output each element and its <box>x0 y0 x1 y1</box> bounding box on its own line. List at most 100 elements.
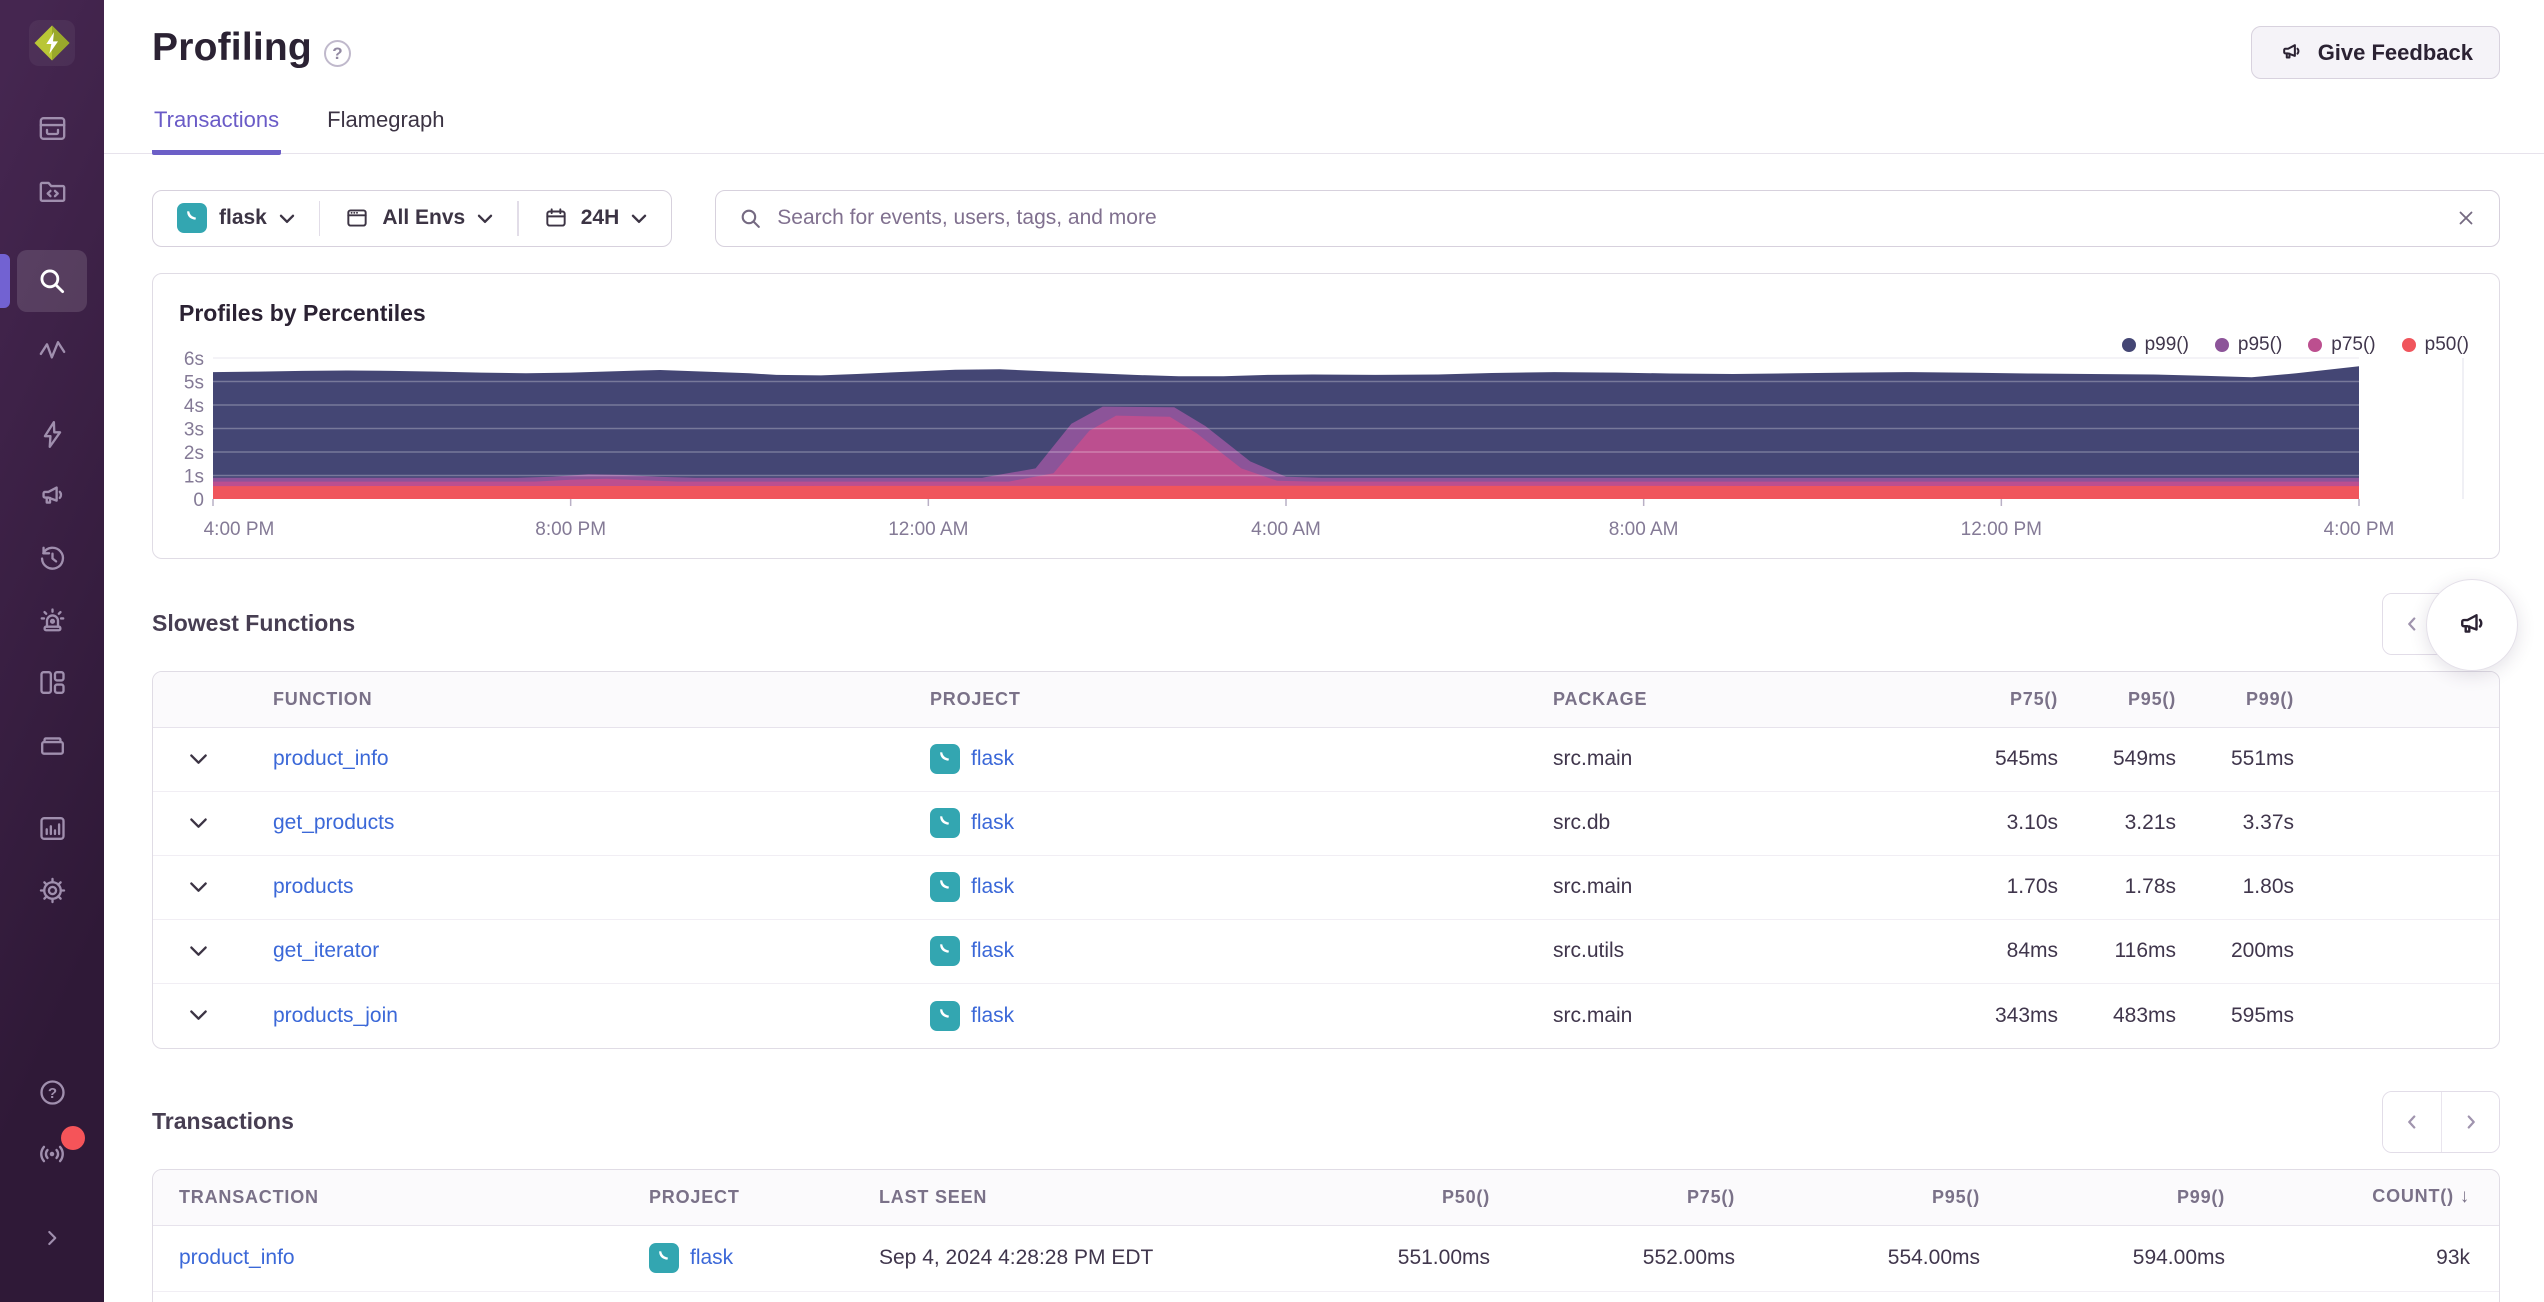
sidebar-item-traces[interactable] <box>21 326 83 374</box>
megaphone-icon <box>2461 613 2483 633</box>
clear-search-icon[interactable] <box>2455 207 2477 229</box>
table-row: get_products flask src.db 3.10s 3.21s 3.… <box>153 792 2499 856</box>
function-link[interactable]: product_info <box>243 747 903 771</box>
flask-project-icon <box>177 203 207 233</box>
sidebar-item-releases[interactable] <box>21 534 83 582</box>
chevron-down-icon <box>189 817 207 828</box>
transaction-link[interactable]: product_info <box>179 1246 649 1270</box>
expand-row-button[interactable] <box>153 881 243 894</box>
floating-feedback-button[interactable] <box>2426 578 2518 671</box>
previous-page-button[interactable] <box>2383 1091 2441 1152</box>
col-p95: P95() <box>1931 1186 1980 1207</box>
col-project: PROJECT <box>649 1186 740 1207</box>
p75-cell: 84ms <box>2006 939 2058 962</box>
p99-cell: 595ms <box>2230 1003 2294 1027</box>
project-link[interactable]: flask <box>971 939 1014 963</box>
project-link[interactable]: flask <box>690 1246 733 1270</box>
p99-cell: 3.37s <box>2242 811 2294 834</box>
active-indicator <box>0 254 10 308</box>
p75-cell: 343ms <box>1994 1003 2058 1027</box>
project-link[interactable]: flask <box>971 747 1014 771</box>
next-page-button[interactable] <box>2441 1091 2499 1152</box>
function-link[interactable]: get_products <box>243 811 903 835</box>
project-link[interactable]: flask <box>971 1004 1014 1028</box>
sidebar-item-whats-new[interactable] <box>21 1126 85 1178</box>
stats-icon <box>39 816 65 840</box>
svg-text:8:00 AM: 8:00 AM <box>1609 519 1679 540</box>
sidebar-item-issues[interactable] <box>21 104 83 152</box>
sidebar-item-projects[interactable] <box>21 166 83 214</box>
table-row: products_join flask src.main 343ms 483ms… <box>153 984 2499 1048</box>
expand-row-button[interactable] <box>153 1009 243 1022</box>
calendar-icon <box>546 208 566 227</box>
tab-bar: Transactions Flamegraph <box>104 79 2544 155</box>
sidebar-item-explore[interactable] <box>0 250 87 312</box>
date-range-filter-button[interactable]: 24H <box>519 191 672 246</box>
sidebar-item-stats[interactable] <box>21 804 83 852</box>
col-last-seen: LAST SEEN <box>879 1186 988 1207</box>
p95-cell: 1.78s <box>2124 875 2176 898</box>
svg-text:1s: 1s <box>184 466 204 487</box>
gear-icon <box>39 877 65 903</box>
sidebar-collapse-button[interactable] <box>21 1214 83 1262</box>
package-cell: src.db <box>1553 811 1611 834</box>
svg-text:2s: 2s <box>184 443 204 464</box>
expand-row-button[interactable] <box>153 945 243 958</box>
legend-item-p95[interactable]: p95() <box>2214 334 2282 356</box>
flask-project-icon <box>930 872 960 902</box>
col-p99: P99() <box>2245 688 2294 709</box>
svg-text:0: 0 <box>193 490 204 511</box>
lightning-icon <box>43 420 61 448</box>
svg-text:5s: 5s <box>184 372 204 393</box>
sidebar-item-discover[interactable] <box>21 720 83 768</box>
col-count-sort[interactable]: COUNT() ↓ <box>2225 1186 2470 1208</box>
legend-label: p99() <box>2144 333 2189 355</box>
function-link[interactable]: products_join <box>243 1004 903 1028</box>
tab-flamegraph[interactable]: Flamegraph <box>325 107 446 153</box>
help-icon: ? <box>39 1079 65 1105</box>
tab-transactions[interactable]: Transactions <box>152 107 282 155</box>
issues-icon <box>39 116 65 140</box>
chevron-down-icon <box>189 881 207 892</box>
p99-cell: 594.00ms <box>2132 1246 2225 1269</box>
give-feedback-button[interactable]: Give Feedback <box>2250 26 2500 79</box>
transactions-title: Transactions <box>152 1108 294 1134</box>
legend-item-p99[interactable]: p99() <box>2121 333 2189 356</box>
environment-filter-label: All Envs <box>382 206 466 229</box>
package-cell: src.main <box>1553 1003 1633 1027</box>
search-bar <box>715 189 2500 247</box>
flask-project-icon <box>649 1243 679 1273</box>
col-p95: P95() <box>2127 688 2176 709</box>
expand-row-button[interactable] <box>153 753 243 766</box>
chevron-down-icon <box>279 214 295 223</box>
svg-text:6s: 6s <box>184 349 204 370</box>
package-cell: src.main <box>1553 747 1633 770</box>
sidebar-item-user-feedback[interactable] <box>21 472 83 520</box>
package-cell: src.utils <box>1553 939 1625 962</box>
percentiles-area-chart[interactable]: 0 1s2s 3s4s 5s6s 4:00 PM 8:00 PM 12:00 AM 4:00 … <box>179 339 2475 551</box>
legend-dot <box>2121 337 2136 352</box>
legend-item-p50[interactable]: p50() <box>2401 334 2469 356</box>
sidebar-item-alerts[interactable] <box>21 596 83 644</box>
slowest-functions-header: Slowest Functions <box>152 578 2518 671</box>
chevron-left-icon <box>2408 1114 2416 1129</box>
environment-filter-button[interactable]: All Envs <box>320 191 517 246</box>
function-link[interactable]: get_iterator <box>243 939 903 963</box>
page-help-icon[interactable]: ? <box>323 40 351 67</box>
project-filter-button[interactable]: flask <box>153 191 319 246</box>
legend-item-p75[interactable]: p75() <box>2308 334 2376 356</box>
project-link[interactable]: flask <box>971 811 1014 835</box>
sidebar-item-dashboards[interactable] <box>21 658 83 706</box>
transactions-table: TRANSACTION PROJECT LAST SEEN P50() P75(… <box>152 1168 2500 1302</box>
sidebar-item-help[interactable]: ? <box>21 1068 83 1116</box>
svg-text:8:00 PM: 8:00 PM <box>535 519 606 540</box>
expand-row-button[interactable] <box>153 817 243 830</box>
org-logo[interactable] <box>29 20 75 66</box>
sidebar-item-settings[interactable] <box>21 866 83 914</box>
project-link[interactable]: flask <box>971 875 1014 899</box>
sidebar-item-insights[interactable] <box>21 410 83 458</box>
table-header-row: TRANSACTION PROJECT LAST SEEN P50() P75(… <box>153 1169 2499 1226</box>
slowest-functions-table: FUNCTION PROJECT PACKAGE P75() P95() P99… <box>152 670 2500 1049</box>
search-input[interactable] <box>777 206 2441 230</box>
function-link[interactable]: products <box>243 875 903 899</box>
